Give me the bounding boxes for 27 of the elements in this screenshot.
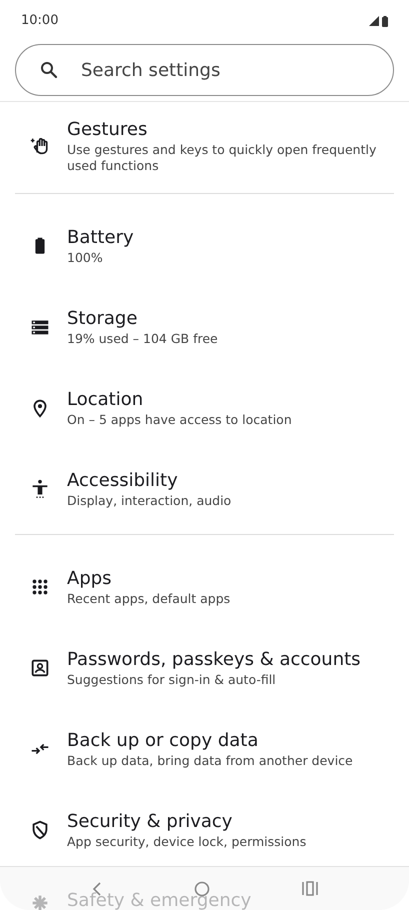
search-icon [40,61,58,79]
item-subtitle: Use gestures and keys to quickly open frequently used functions [67,142,378,174]
item-title: Apps [67,566,113,590]
item-subtitle: 19% used – 104 GB free [67,330,218,346]
item-title: Accessibility [67,468,179,492]
item-title: Battery [67,226,134,250]
item-title: Gestures [67,118,148,142]
item-subtitle: App security, device lock, permissions [67,834,306,850]
recents-icon[interactable] [302,881,318,896]
item-subtitle: 100% [67,250,104,266]
item-subtitle: Suggestions for sign-in & auto-fill [67,672,277,688]
item-title: Security & privacy [67,810,234,834]
item-title: Back up or copy data [67,728,260,752]
item-subtitle: On – 5 apps have access to location [67,412,292,428]
item-subtitle: Back up data, bring data from another device [67,752,353,768]
item-subtitle: Display, interaction, audio [67,492,232,508]
item-subtitle: Recent apps, default apps [67,590,230,606]
item-title: Safety & emergency [67,892,252,910]
item-title: Storage [67,306,138,330]
battery-icon [382,16,388,26]
status-time: 10:00 [21,12,58,30]
search-field[interactable]: Search settings [15,44,394,96]
item-title: Passwords, passkeys & accounts [67,648,361,672]
search-placeholder: Search settings [81,58,220,82]
signal-icon [369,16,379,26]
item-title: Location [67,388,144,412]
home-icon[interactable] [194,880,210,896]
